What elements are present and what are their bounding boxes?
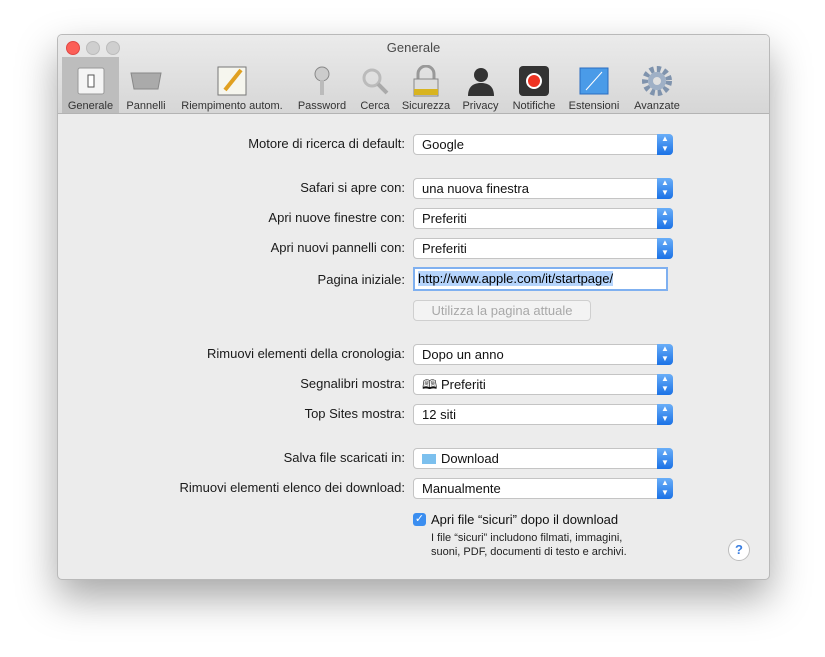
history-label: Rimuovi elementi della cronologia: (207, 346, 405, 361)
magnifier-icon (359, 65, 391, 97)
open-safe-files-checkbox[interactable]: ✓ (413, 513, 426, 526)
tab-pannelli[interactable]: Pannelli (121, 57, 171, 113)
puzzle-icon (578, 65, 610, 97)
tab-estensioni[interactable]: Estensioni (565, 57, 623, 113)
note-line-1: I file “sicuri” includono filmati, immag… (431, 532, 623, 544)
download-list-select[interactable]: Manualmente ▲ ▼ (413, 478, 673, 499)
new-windows-select[interactable]: Preferiti ▲ ▼ (413, 208, 673, 229)
tab-cerca[interactable]: Cerca (355, 57, 395, 113)
stepper-icon: ▲ ▼ (657, 344, 673, 365)
switch-icon (75, 65, 107, 97)
stepper-icon: ▲ ▼ (657, 374, 673, 395)
open-safe-files-label: Apri file “sicuri” dopo il download (431, 512, 619, 527)
homepage-input[interactable]: http://www.apple.com/it/startpage/ (413, 267, 668, 291)
tab-riempimento[interactable]: Riempimento autom. (175, 57, 289, 113)
new-tabs-select[interactable]: Preferiti ▲ ▼ (413, 238, 673, 259)
pencil-form-icon (216, 65, 248, 97)
bookmarks-label: Segnalibri mostra: (300, 376, 405, 391)
opens-with-select[interactable]: una nuova finestra ▲ ▼ (413, 178, 673, 199)
help-button[interactable]: ? (728, 539, 750, 561)
new-tabs-label: Apri nuovi pannelli con: (270, 240, 405, 255)
preferences-window: Generale Generale Pannelli Riempimento a… (57, 34, 770, 580)
opens-with-label: Safari si apre con: (300, 180, 405, 195)
stepper-icon: ▲ ▼ (657, 178, 673, 199)
search-engine-label: Motore di ricerca di default: (248, 136, 405, 151)
tab-privacy[interactable]: Privacy (458, 57, 503, 113)
window-title: Generale (386, 40, 441, 55)
tab-notifiche[interactable]: Notifiche (508, 57, 560, 113)
topsites-select[interactable]: 12 siti ▲ ▼ (413, 404, 673, 425)
folder-icon (422, 454, 436, 464)
tab-generale[interactable]: Generale (62, 57, 119, 113)
stepper-icon: ▲ ▼ (657, 134, 673, 155)
gear-icon (641, 65, 673, 97)
stepper-icon: ▲ ▼ (657, 208, 673, 229)
person-silhouette-icon (465, 65, 497, 97)
download-dir-select[interactable]: Download ▲ ▼ (413, 448, 673, 469)
tab-password[interactable]: Password (294, 57, 350, 113)
tab-sicurezza[interactable]: Sicurezza (398, 57, 454, 113)
toolbar: Generale Generale Pannelli Riempimento a… (58, 35, 769, 114)
download-list-label: Rimuovi elementi elenco dei download: (179, 480, 405, 495)
book-icon: 🕮 (422, 377, 441, 392)
padlock-icon (410, 65, 442, 97)
key-icon (306, 65, 338, 97)
download-dir-label: Salva file scaricati in: (283, 450, 405, 465)
stepper-icon: ▲ ▼ (657, 404, 673, 425)
tab-avanzate[interactable]: Avanzate (628, 57, 686, 113)
notification-icon (518, 65, 550, 97)
search-engine-select[interactable]: Google ▲ ▼ (413, 134, 673, 155)
topsites-label: Top Sites mostra: (304, 406, 405, 421)
homepage-label: Pagina iniziale: (317, 272, 405, 287)
new-windows-label: Apri nuove finestre con: (268, 210, 405, 225)
tabs-icon (130, 65, 162, 97)
note-line-2: suoni, PDF, documenti di testo e archivi… (431, 546, 627, 558)
stepper-icon: ▲ ▼ (657, 448, 673, 469)
use-current-page-button[interactable]: Utilizza la pagina attuale (413, 300, 591, 321)
bookmarks-select[interactable]: 🕮 Preferiti ▲ ▼ (413, 374, 673, 395)
stepper-icon: ▲ ▼ (657, 478, 673, 499)
history-select[interactable]: Dopo un anno ▲ ▼ (413, 344, 673, 365)
stepper-icon: ▲ ▼ (657, 238, 673, 259)
